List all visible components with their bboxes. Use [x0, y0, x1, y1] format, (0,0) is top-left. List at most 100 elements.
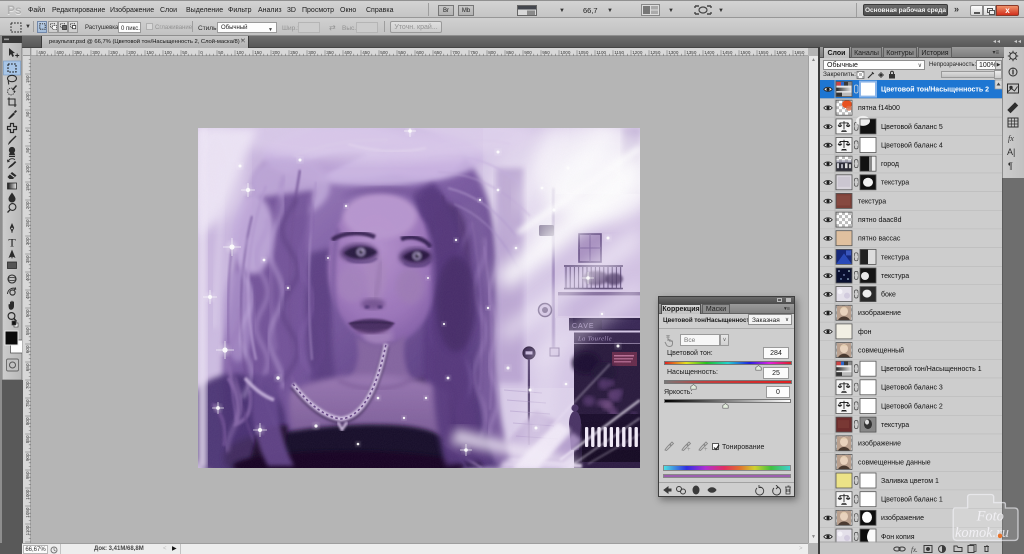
svg-text:300: 300: [308, 50, 316, 55]
svg-text:950: 950: [542, 50, 550, 55]
svg-text:Foto: Foto: [976, 509, 1004, 525]
svg-text:текстура: текстура: [881, 180, 909, 187]
svg-text:Цветовой баланс 2: Цветовой баланс 2: [881, 402, 943, 410]
svg-text:650: 650: [434, 50, 442, 55]
svg-text:150: 150: [25, 183, 30, 191]
svg-text:150: 150: [254, 50, 262, 55]
svg-text:Цветовой баланс 1: Цветовой баланс 1: [881, 496, 943, 504]
svg-text:1600: 1600: [776, 50, 787, 55]
svg-text:T: T: [8, 236, 16, 250]
svg-text:400: 400: [344, 50, 352, 55]
svg-text:Цветовой баланс 5: Цветовой баланс 5: [881, 123, 943, 131]
svg-text:250: 250: [290, 50, 298, 55]
svg-text:Заливка цветом 1: Заливка цветом 1: [881, 478, 939, 485]
svg-text:300: 300: [92, 50, 100, 55]
svg-text:900: 900: [524, 50, 532, 55]
svg-text:250: 250: [25, 219, 30, 227]
svg-text:800: 800: [488, 50, 496, 55]
svg-text:текстура: текстура: [858, 198, 886, 205]
svg-text:+: +: [704, 447, 708, 452]
svg-text:100: 100: [164, 50, 172, 55]
svg-text:изображение: изображение: [881, 514, 924, 522]
svg-text:50: 50: [182, 50, 188, 55]
svg-text:900: 900: [25, 453, 30, 461]
svg-text:город: город: [881, 161, 899, 168]
svg-text:100: 100: [25, 165, 30, 173]
svg-text:komok.ru: komok.ru: [955, 525, 1009, 541]
svg-text:550: 550: [398, 50, 406, 55]
svg-text:Фон копия: Фон копия: [881, 534, 915, 541]
svg-text:пятно daac8d: пятно daac8d: [858, 217, 902, 224]
svg-text:450: 450: [362, 50, 370, 55]
svg-text:150: 150: [25, 75, 30, 83]
svg-text:1550: 1550: [758, 50, 769, 55]
svg-text:пятно вассас: пятно вассас: [858, 236, 901, 243]
svg-text:1350: 1350: [686, 50, 697, 55]
svg-text:0: 0: [25, 129, 30, 132]
svg-text:50: 50: [25, 147, 30, 153]
svg-text:1450: 1450: [722, 50, 733, 55]
svg-text:850: 850: [506, 50, 514, 55]
svg-text:450: 450: [38, 50, 46, 55]
svg-text:fx: fx: [1008, 134, 1014, 143]
svg-text:200: 200: [272, 50, 280, 55]
svg-text:200: 200: [128, 50, 136, 55]
svg-text:1400: 1400: [704, 50, 715, 55]
svg-text:боке: боке: [881, 291, 896, 299]
svg-text:50: 50: [25, 111, 30, 117]
svg-text:100: 100: [25, 93, 30, 101]
svg-text:50: 50: [218, 50, 224, 55]
svg-text:850: 850: [25, 435, 30, 443]
svg-text:1250: 1250: [650, 50, 661, 55]
svg-text:1100: 1100: [596, 50, 606, 55]
svg-text:1050: 1050: [25, 507, 30, 518]
svg-text:¶: ¶: [1008, 161, 1013, 171]
svg-text:1300: 1300: [668, 50, 679, 55]
svg-text:750: 750: [25, 399, 30, 407]
svg-text:950: 950: [25, 471, 30, 479]
svg-text:750: 750: [470, 50, 478, 55]
svg-text:600: 600: [25, 345, 30, 353]
svg-text:1100: 1100: [25, 525, 30, 535]
svg-text:1200: 1200: [632, 50, 643, 55]
svg-text:Цветовой тон/Насыщенность 1: Цветовой тон/Насыщенность 1: [881, 365, 982, 373]
svg-text:200: 200: [25, 201, 30, 209]
svg-text:0: 0: [200, 50, 203, 55]
svg-text:250: 250: [110, 50, 118, 55]
svg-text:Цветовой баланс 3: Цветовой баланс 3: [881, 384, 943, 392]
svg-text:100: 100: [236, 50, 244, 55]
svg-text:1150: 1150: [614, 50, 624, 55]
svg-text:1000: 1000: [25, 489, 30, 500]
svg-text:пятна f14b00: пятна f14b00: [858, 105, 900, 112]
svg-text:350: 350: [326, 50, 334, 55]
svg-text:совмещенные данные: совмещенные данные: [858, 459, 931, 466]
svg-text:300: 300: [25, 237, 30, 245]
svg-text:A|: A|: [1007, 147, 1015, 157]
svg-text:изображение: изображение: [858, 309, 901, 317]
svg-text:текстура: текстура: [881, 273, 909, 280]
svg-text:800: 800: [25, 417, 30, 425]
svg-text:Цветовой баланс 4: Цветовой баланс 4: [881, 141, 943, 149]
svg-text:600: 600: [416, 50, 424, 55]
svg-text:+: +: [687, 447, 691, 452]
svg-text:650: 650: [25, 363, 30, 371]
svg-text:550: 550: [25, 327, 30, 335]
svg-text:150: 150: [146, 50, 154, 55]
svg-text:500: 500: [25, 309, 30, 317]
svg-text:350: 350: [74, 50, 82, 55]
svg-text:450: 450: [25, 291, 30, 299]
svg-text:1650: 1650: [794, 50, 805, 55]
svg-text:fx.: fx.: [911, 546, 918, 554]
svg-text:изображение: изображение: [858, 440, 901, 448]
svg-text:1000: 1000: [560, 50, 571, 55]
svg-text:500: 500: [380, 50, 388, 55]
svg-text:400: 400: [56, 50, 64, 55]
svg-text:700: 700: [25, 381, 30, 389]
svg-text:текстура: текстура: [881, 254, 909, 261]
svg-text:1050: 1050: [578, 50, 589, 55]
svg-text:700: 700: [452, 50, 460, 55]
svg-text:400: 400: [25, 273, 30, 281]
svg-text:фон: фон: [858, 329, 872, 336]
svg-text:текстура: текстура: [881, 422, 909, 429]
svg-text:совмещенный: совмещенный: [858, 347, 904, 355]
